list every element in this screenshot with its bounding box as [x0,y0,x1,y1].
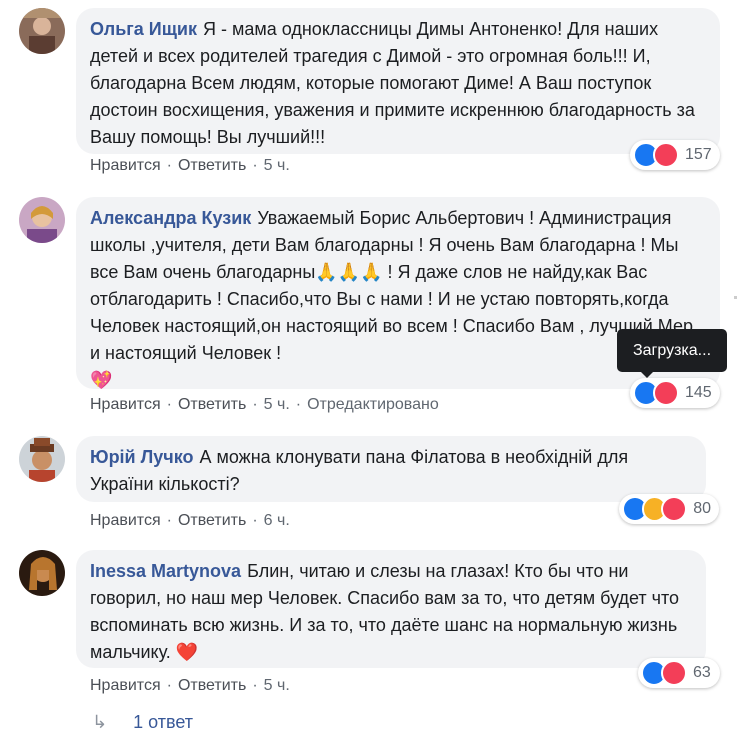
avatar[interactable] [19,550,65,596]
comment-text: Уважаемый Борис Альбертович ! Администра… [90,208,693,363]
love-reaction-icon [653,380,679,406]
comment-actions: Нравится · Ответить · 6 ч. [90,512,290,529]
like-button[interactable]: Нравится [90,396,161,413]
like-button[interactable]: Нравится [90,512,161,529]
timestamp[interactable]: 5 ч. [264,396,290,413]
comment-actions: Нравится · Ответить · 5 ч. [90,677,290,694]
comment-author[interactable]: Александра Кузик [90,208,251,228]
love-reaction-icon [653,142,679,168]
heart-emoji: 💖 [90,370,113,390]
comment-author[interactable]: Inessa Martynova [90,561,241,581]
comment-bubble: Inessa Martynova Блин, читаю и слезы на г… [76,550,706,668]
like-button[interactable]: Нравится [90,677,161,694]
reply-arrow-icon: ↳ [92,712,108,732]
edited-label[interactable]: Отредактировано [307,396,439,413]
comment-author[interactable]: Ольга Ищик [90,19,197,39]
comment-actions: Нравится · Ответить · 5 ч. [90,157,290,174]
reply-button[interactable]: Ответить [178,512,246,529]
avatar[interactable] [19,197,65,243]
reaction-count: 157 [685,146,712,163]
reply-button[interactable]: Ответить [178,396,246,413]
reactions-summary[interactable]: 145 [630,378,720,408]
like-button[interactable]: Нравится [90,157,161,174]
timestamp[interactable]: 5 ч. [264,157,290,174]
divider-dot [734,296,737,299]
avatar[interactable] [19,8,65,54]
reaction-count: 145 [685,384,712,401]
reaction-count: 80 [693,500,711,517]
heart-emoji: ❤️ [175,642,199,662]
loading-tooltip: Загрузка... [617,329,727,378]
reactions-summary[interactable]: 157 [630,140,720,170]
comment-bubble: Ольга Ищик Я - мама одноклассницы Димы Ан… [76,8,720,154]
timestamp[interactable]: 5 ч. [264,677,290,694]
avatar[interactable] [19,436,65,482]
reply-button[interactable]: Ответить [178,677,246,694]
reaction-count: 63 [693,664,711,681]
timestamp[interactable]: 6 ч. [264,512,290,529]
reactions-summary[interactable]: 63 [638,658,720,688]
love-reaction-icon [661,496,688,522]
love-reaction-icon [661,660,687,686]
comment-bubble: Юрій Лучко А можна клонувати пана Філатов… [76,436,706,502]
comment-actions: Нравится · Ответить · 5 ч. · Отредактировано [90,396,439,413]
reactions-summary[interactable]: 80 [619,494,719,524]
view-replies-link[interactable]: ↳ 1 ответ [92,712,193,733]
reply-button[interactable]: Ответить [178,157,246,174]
comment-author[interactable]: Юрій Лучко [90,447,193,467]
replies-count: 1 ответ [133,712,193,732]
